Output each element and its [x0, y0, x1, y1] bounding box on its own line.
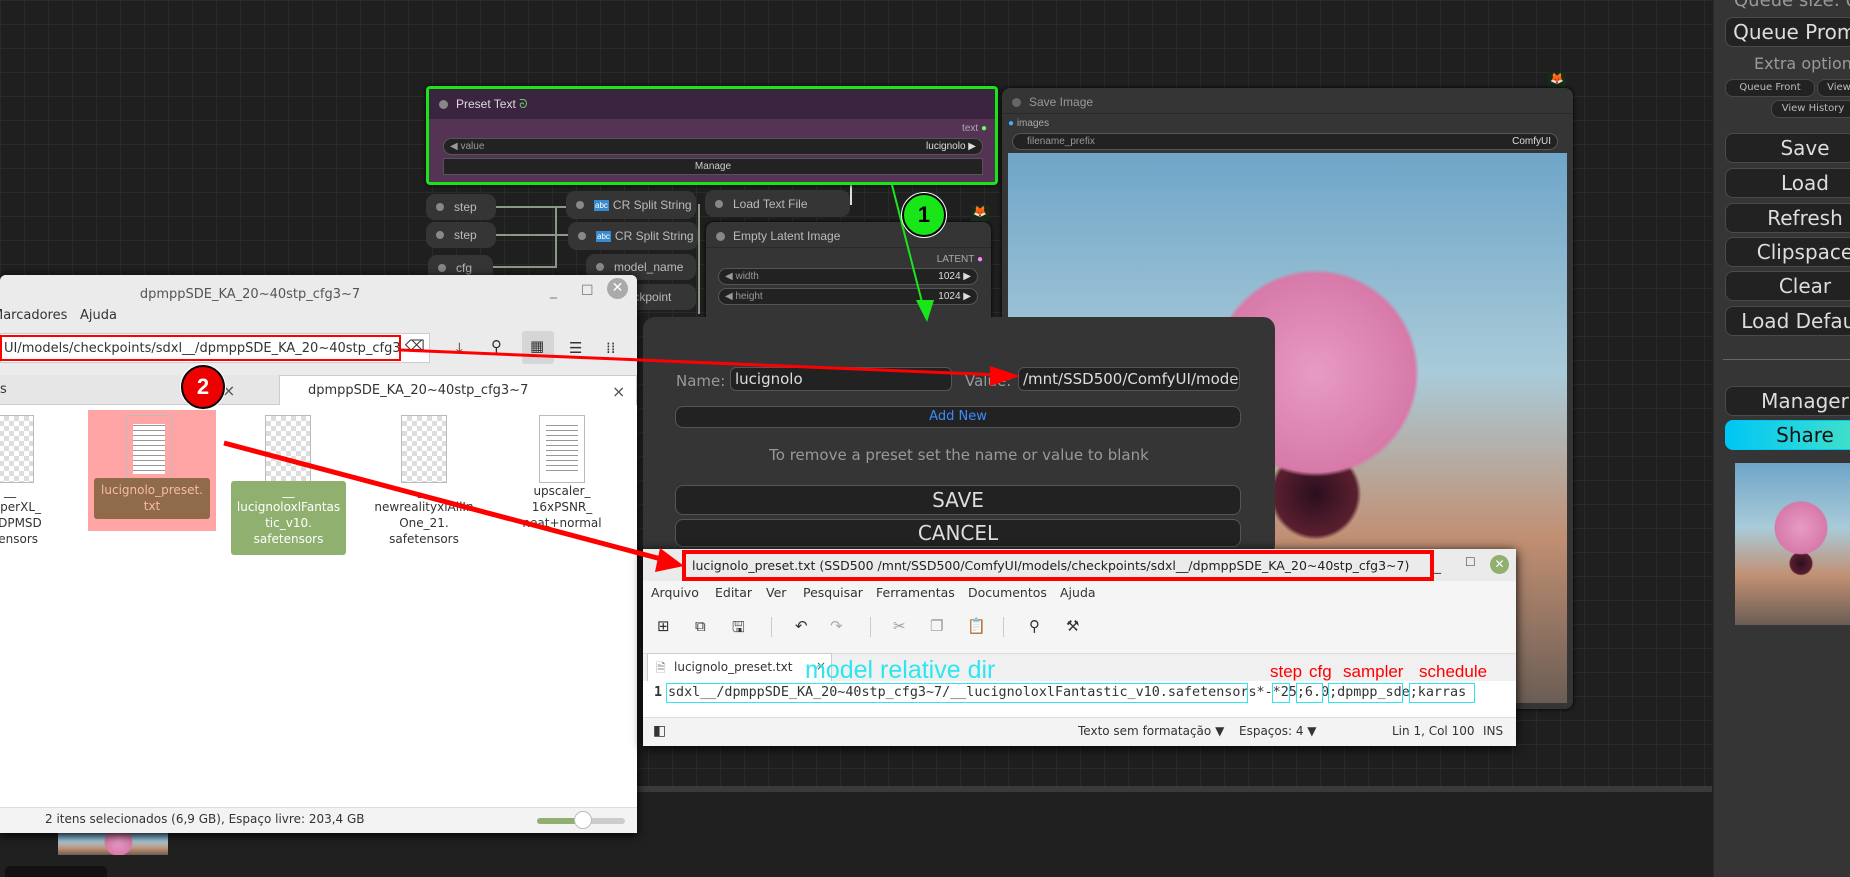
red-arrowhead	[655, 548, 684, 572]
red-arrowhead	[990, 366, 1020, 386]
step-badge-1: 1	[902, 193, 946, 237]
annotation-arrows	[223, 184, 1020, 572]
step-badge-2: 2	[181, 365, 225, 409]
red-arrow	[223, 440, 666, 563]
red-arrow	[400, 348, 1001, 377]
green-arrowhead	[916, 300, 934, 322]
